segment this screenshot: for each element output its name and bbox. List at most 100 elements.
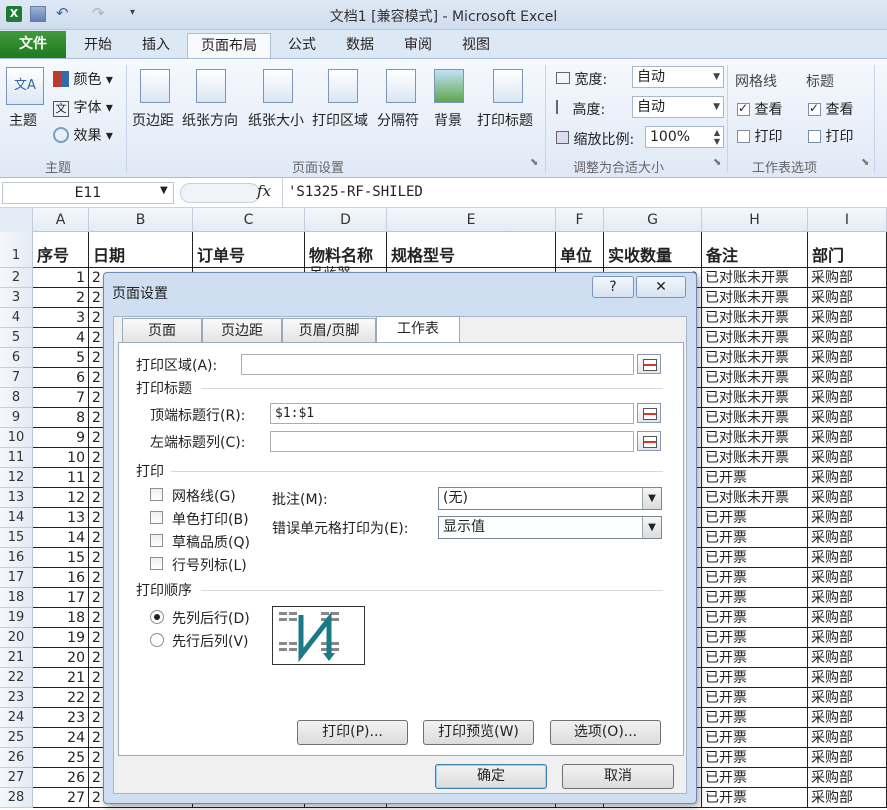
- headings-view-checkbox[interactable]: 查看: [808, 99, 853, 119]
- header-cell[interactable]: 序号: [33, 232, 89, 268]
- table-cell[interactable]: 采购部: [808, 308, 887, 328]
- row-header[interactable]: 1: [0, 232, 33, 268]
- column-header[interactable]: D: [305, 208, 387, 232]
- formula-input[interactable]: 'S1325-RF-SHILED: [288, 184, 423, 200]
- column-header[interactable]: C: [193, 208, 305, 232]
- table-cell[interactable]: 22: [33, 688, 89, 708]
- table-cell[interactable]: 采购部: [808, 268, 887, 288]
- collapse-dialog-icon[interactable]: [637, 354, 661, 374]
- row-header[interactable]: 22: [0, 668, 33, 688]
- table-cell[interactable]: 已对账未开票: [702, 288, 808, 308]
- gridlines-print-checkbox[interactable]: 打印: [737, 126, 782, 146]
- header-cell[interactable]: 部门: [808, 232, 887, 268]
- checkbox-unchecked[interactable]: [808, 130, 821, 143]
- checkbox-unchecked[interactable]: [737, 130, 750, 143]
- table-cell[interactable]: 5: [33, 348, 89, 368]
- row-header[interactable]: 5: [0, 328, 33, 348]
- table-cell[interactable]: 已开票: [702, 668, 808, 688]
- draft-checkbox[interactable]: [150, 534, 163, 547]
- table-cell[interactable]: 采购部: [808, 348, 887, 368]
- tab-insert[interactable]: 插入: [130, 33, 182, 58]
- help-button[interactable]: ?: [592, 276, 634, 298]
- table-cell[interactable]: 采购部: [808, 648, 887, 668]
- chevron-down-icon[interactable]: ▼: [642, 517, 661, 538]
- header-cell[interactable]: 日期: [89, 232, 193, 268]
- orientation-icon[interactable]: [196, 69, 226, 103]
- table-cell[interactable]: 19: [33, 628, 89, 648]
- collapse-dialog-icon[interactable]: [637, 403, 661, 423]
- row-header[interactable]: 21: [0, 648, 33, 668]
- table-cell[interactable]: 采购部: [808, 328, 887, 348]
- close-button[interactable]: ✕: [636, 276, 686, 298]
- table-cell[interactable]: 已开票: [702, 788, 808, 808]
- table-cell[interactable]: 已对账未开票: [702, 448, 808, 468]
- table-cell[interactable]: 18: [33, 608, 89, 628]
- top-rows-field[interactable]: $1:$1: [270, 403, 634, 424]
- column-header[interactable]: A: [33, 208, 89, 232]
- row-header[interactable]: 25: [0, 728, 33, 748]
- table-cell[interactable]: 10: [33, 448, 89, 468]
- table-cell[interactable]: 已开票: [702, 768, 808, 788]
- breaks-icon[interactable]: [386, 69, 416, 103]
- table-cell[interactable]: 已开票: [702, 648, 808, 668]
- table-cell[interactable]: 1: [33, 268, 89, 288]
- table-cell[interactable]: 采购部: [808, 528, 887, 548]
- table-cell[interactable]: 已对账未开票: [702, 388, 808, 408]
- header-cell[interactable]: 物料名称: [305, 232, 387, 268]
- tab-view[interactable]: 视图: [450, 33, 502, 58]
- table-cell[interactable]: 已对账未开票: [702, 408, 808, 428]
- table-cell[interactable]: 13: [33, 508, 89, 528]
- table-cell[interactable]: 已开票: [702, 628, 808, 648]
- table-cell[interactable]: 2: [33, 288, 89, 308]
- table-cell[interactable]: 采购部: [808, 448, 887, 468]
- table-cell[interactable]: 已对账未开票: [702, 308, 808, 328]
- select-all-corner[interactable]: [0, 208, 33, 232]
- header-cell[interactable]: 订单号: [193, 232, 305, 268]
- table-cell[interactable]: 已开票: [702, 508, 808, 528]
- table-cell[interactable]: 8: [33, 408, 89, 428]
- print-button[interactable]: 打印(P)...: [297, 720, 408, 745]
- row-header[interactable]: 23: [0, 688, 33, 708]
- table-cell[interactable]: 已开票: [702, 608, 808, 628]
- row-header[interactable]: 16: [0, 548, 33, 568]
- size-icon[interactable]: [263, 69, 293, 103]
- row-header[interactable]: 7: [0, 368, 33, 388]
- column-header[interactable]: I: [808, 208, 887, 232]
- table-cell[interactable]: 20: [33, 648, 89, 668]
- formula-separator-handle[interactable]: [180, 183, 260, 203]
- table-cell[interactable]: 3: [33, 308, 89, 328]
- tab-margins[interactable]: 页边距: [202, 318, 282, 342]
- column-header[interactable]: F: [556, 208, 604, 232]
- background-icon[interactable]: [434, 69, 464, 103]
- table-cell[interactable]: 已开票: [702, 568, 808, 588]
- table-cell[interactable]: 采购部: [808, 368, 887, 388]
- header-cell[interactable]: 备注: [702, 232, 808, 268]
- table-cell[interactable]: 采购部: [808, 548, 887, 568]
- tab-formulas[interactable]: 公式: [276, 33, 328, 58]
- row-header[interactable]: 17: [0, 568, 33, 588]
- chevron-down-icon[interactable]: ▼: [642, 488, 661, 509]
- options-button[interactable]: 选项(O)...: [550, 720, 661, 745]
- row-header[interactable]: 11: [0, 448, 33, 468]
- table-cell[interactable]: 采购部: [808, 788, 887, 808]
- row-header[interactable]: 3: [0, 288, 33, 308]
- column-header[interactable]: G: [604, 208, 702, 232]
- themes-icon[interactable]: 文A: [6, 67, 44, 105]
- table-cell[interactable]: 采购部: [808, 508, 887, 528]
- table-cell[interactable]: 27: [33, 788, 89, 808]
- column-header[interactable]: H: [702, 208, 808, 232]
- table-cell[interactable]: 采购部: [808, 608, 887, 628]
- table-cell[interactable]: 已对账未开票: [702, 348, 808, 368]
- tab-page-layout[interactable]: 页面布局: [187, 33, 271, 58]
- table-cell[interactable]: 已开票: [702, 528, 808, 548]
- table-cell[interactable]: 采购部: [808, 568, 887, 588]
- table-cell[interactable]: 已开票: [702, 548, 808, 568]
- row-header[interactable]: 24: [0, 708, 33, 728]
- down-then-over-radio[interactable]: [150, 610, 164, 624]
- table-cell[interactable]: 采购部: [808, 488, 887, 508]
- row-header[interactable]: 19: [0, 608, 33, 628]
- dialog-launcher-icon[interactable]: ⬊: [713, 157, 721, 168]
- table-cell[interactable]: 已开票: [702, 688, 808, 708]
- print-preview-button[interactable]: 打印预览(W): [423, 720, 534, 745]
- print-titles-icon[interactable]: [493, 69, 523, 103]
